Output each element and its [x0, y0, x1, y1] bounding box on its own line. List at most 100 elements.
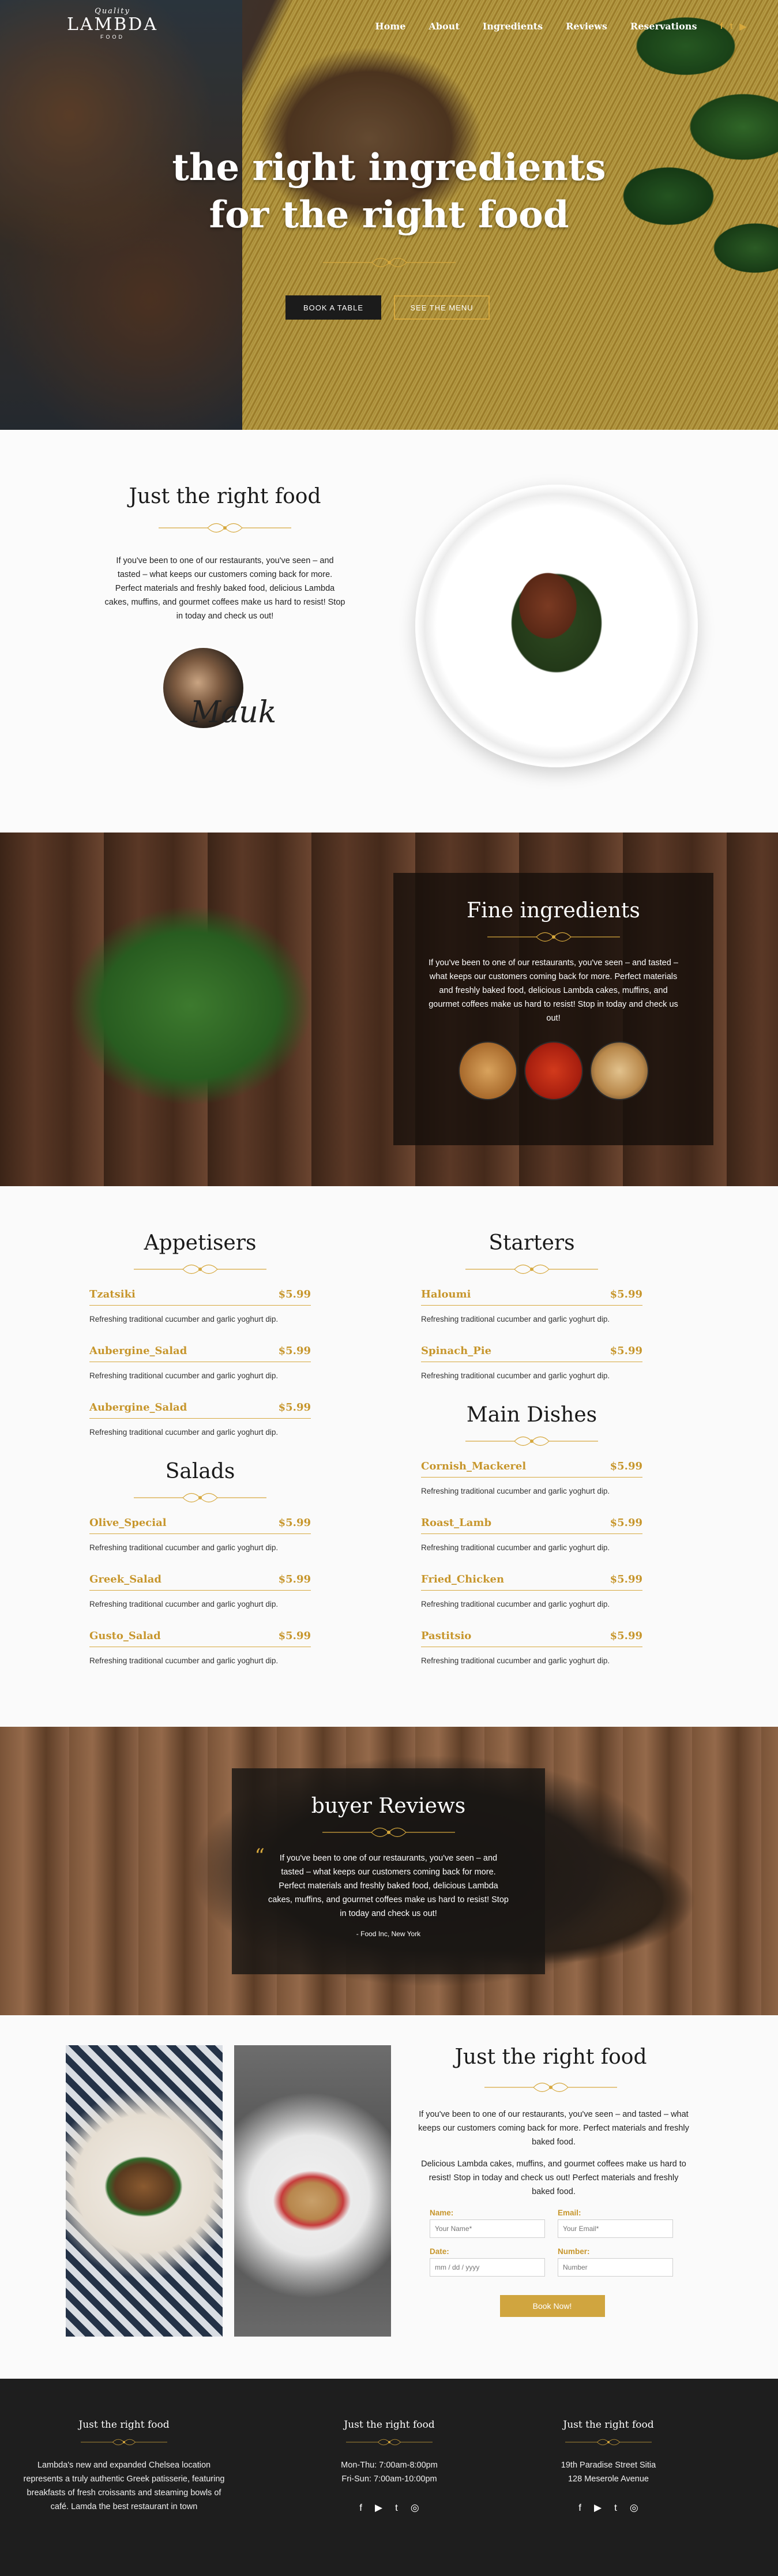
menu-item: Tzatsiki $5.99 Refreshing traditional cuc…	[89, 1288, 311, 1323]
menu-item: Fried_Chicken $5.99 Refreshing traditiona…	[421, 1573, 642, 1608]
nav-reservations[interactable]: Reservations	[630, 21, 697, 32]
food-photo-yoghurt	[234, 2045, 391, 2337]
facebook-icon[interactable]: f	[359, 2502, 362, 2514]
booking-text-2: Delicious Lambda cakes, muffins, and gou…	[421, 2159, 686, 2196]
signature: Mauk	[190, 695, 277, 730]
footer-about-text: Lambda's new and expanded Chelsea locati…	[23, 2461, 225, 2511]
ornament-divider	[81, 2439, 167, 2446]
menu-item: Gusto_Salad $5.99 Refreshing traditional …	[89, 1630, 311, 1665]
ornament-divider	[487, 932, 620, 942]
menu-item: Pastitsio $5.99 Refreshing traditional cu…	[421, 1630, 642, 1665]
menu-item: Spinach_Pie $5.99 Refreshing traditional …	[421, 1345, 642, 1380]
twitter-icon[interactable]: t	[395, 2502, 398, 2514]
email-input[interactable]	[558, 2219, 673, 2238]
footer-title: Just the right food	[78, 2419, 170, 2431]
logo[interactable]: Quality LAMBDA FOOD	[63, 7, 161, 40]
date-input[interactable]	[430, 2258, 545, 2277]
logo-brand: LAMBDA	[66, 14, 159, 35]
spice-photo-paprika	[524, 1041, 583, 1100]
review-author: - Food Inc, New York	[356, 1930, 421, 1938]
starters-title: Starters	[488, 1231, 575, 1255]
main-menu: Home About Ingredients Reviews Reservati…	[375, 21, 747, 32]
menu-item: Roast_Lamb $5.99 Refreshing traditional c…	[421, 1517, 642, 1552]
menu-item: Olive_Special $5.99 Refreshing traditiona…	[89, 1517, 311, 1552]
menu-item: Greek_Salad $5.99 Refreshing traditional …	[89, 1573, 311, 1608]
appetisers-column: Appetisers Tzatsiki $5.99 Refreshing trad…	[89, 1231, 311, 1458]
address-line-2: 128 Meserole Avenue	[567, 2474, 649, 2484]
youtube-icon[interactable]: ▶	[375, 2502, 382, 2514]
hours-weekend: Fri-Sun: 7:00am-10:00pm	[341, 2474, 437, 2484]
hours-weekday: Mon-Thu: 7:00am-8:00pm	[341, 2461, 438, 2470]
name-label: Name:	[430, 2208, 454, 2217]
ornament-divider	[465, 1436, 598, 1446]
menu-item: Haloumi $5.99 Refreshing traditional cucu…	[421, 1288, 642, 1323]
top-nav: Quality LAMBDA FOOD Home About Ingredien…	[0, 0, 778, 58]
ingredients-text: If you've been to one of our restaurants…	[429, 958, 678, 1023]
booking-section: Just the right food If you've been to on…	[0, 2015, 778, 2379]
ornament-divider	[323, 257, 456, 268]
email-label: Email:	[558, 2208, 581, 2217]
spice-photo-almond	[589, 1041, 649, 1100]
see-menu-button[interactable]: SEE THE MENU	[394, 295, 490, 320]
hero-title: the right ingredients for the right food	[172, 146, 606, 237]
number-input[interactable]	[558, 2258, 673, 2277]
footer-about: Just the right food Lambda's new and exp…	[20, 2419, 228, 2514]
appetisers-title: Appetisers	[144, 1231, 257, 1255]
booking-title: Just the right food	[454, 2045, 647, 2069]
about-text: If you've been to one of our restaurants…	[104, 556, 345, 621]
ornament-divider	[159, 523, 291, 533]
ornament-divider	[322, 1827, 455, 1838]
footer-title: Just the right food	[563, 2419, 654, 2431]
footer-address: Just the right food 19th Paradise Street…	[505, 2419, 712, 2514]
hero-section: Quality LAMBDA FOOD Home About Ingredien…	[0, 0, 778, 430]
facebook-icon[interactable]: f	[578, 2502, 581, 2514]
about-title: Just the right food	[129, 485, 321, 508]
mains-column: Main Dishes Cornish_Mackerel $5.99 Refres…	[421, 1403, 642, 1686]
nav-ingredients[interactable]: Ingredients	[483, 21, 543, 32]
starters-column: Starters Haloumi $5.99 Refreshing traditi…	[421, 1231, 642, 1401]
ingredients-section: Fine ingredients If you've been to one o…	[0, 833, 778, 1186]
booking-form: Name: Email: Date: Number: Book Now!	[430, 2208, 675, 2317]
number-label: Number:	[558, 2247, 590, 2256]
instagram-icon[interactable]: ◎	[411, 2502, 419, 2514]
mains-title: Main Dishes	[466, 1403, 597, 1427]
footer-social: f ▶ t ◎	[505, 2502, 712, 2514]
ornament-divider	[465, 1264, 598, 1274]
twitter-icon[interactable]: t	[614, 2502, 617, 2514]
reviews-section: buyer Reviews “ If you've been to one of…	[0, 1727, 778, 2015]
spice-photo-nutmeg	[458, 1041, 517, 1100]
menu-item: Aubergine_Salad $5.99 Refreshing traditio…	[89, 1345, 311, 1380]
youtube-icon[interactable]: ▶	[594, 2502, 602, 2514]
menu-item: Aubergine_Salad $5.99 Refreshing traditio…	[89, 1401, 311, 1437]
footer-social: f ▶ t ◎	[285, 2502, 493, 2514]
footer: Just the right food Lambda's new and exp…	[0, 2379, 778, 2576]
menu-item: Cornish_Mackerel $5.99 Refreshing traditi…	[421, 1460, 642, 1495]
ornament-divider	[134, 1493, 266, 1503]
nav-about[interactable]: About	[429, 21, 459, 32]
ingredients-title: Fine ingredients	[467, 899, 640, 923]
reviews-title: buyer Reviews	[311, 1794, 466, 1818]
footer-title: Just the right food	[344, 2419, 435, 2431]
youtube-icon[interactable]: ▶	[739, 21, 746, 32]
food-photo-plate	[66, 2045, 223, 2337]
logo-sub: FOOD	[100, 34, 125, 40]
facebook-icon[interactable]: f	[720, 21, 723, 32]
address-line-1: 19th Paradise Street Sitia	[561, 2461, 656, 2470]
footer-hours: Just the right food Mon-Thu: 7:00am-8:00…	[285, 2419, 493, 2514]
nav-home[interactable]: Home	[375, 21, 406, 32]
ornament-divider	[346, 2439, 433, 2446]
ornament-divider	[484, 2082, 617, 2093]
ingredients-box: Fine ingredients If you've been to one o…	[393, 873, 713, 1145]
nav-social: f t ▶	[720, 21, 746, 32]
name-input[interactable]	[430, 2219, 545, 2238]
about-section: Just the right food If you've been to on…	[0, 430, 778, 833]
ornament-divider	[134, 1264, 266, 1274]
review-box: buyer Reviews “ If you've been to one of…	[232, 1768, 545, 1974]
instagram-icon[interactable]: ◎	[630, 2502, 638, 2514]
salads-title: Salads	[165, 1460, 235, 1483]
book-table-button[interactable]: BOOK A TABLE	[285, 295, 381, 320]
book-now-button[interactable]: Book Now!	[499, 2295, 605, 2317]
quote-icon: “	[254, 1844, 265, 1868]
twitter-icon[interactable]: t	[730, 21, 732, 32]
nav-reviews[interactable]: Reviews	[566, 21, 607, 32]
